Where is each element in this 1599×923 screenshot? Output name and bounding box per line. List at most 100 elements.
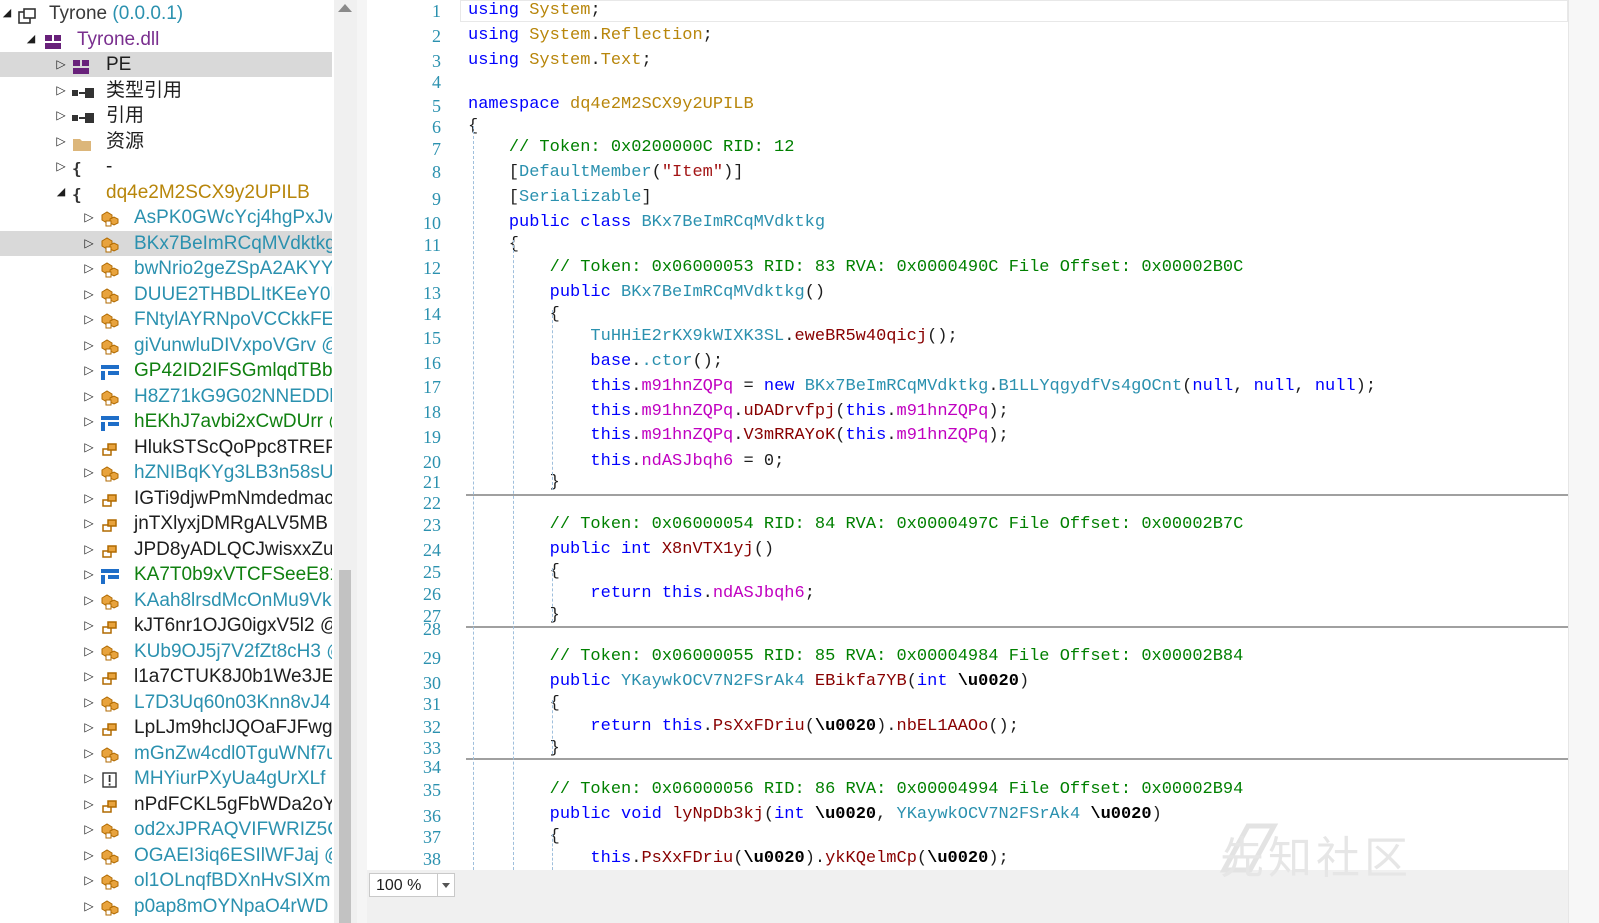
tree-node[interactable]: ▷ 引用 [0, 103, 332, 128]
collapsed-triangle-icon[interactable]: ▷ [82, 562, 96, 587]
code-token: . [733, 426, 744, 445]
tree-node[interactable]: ▷ nPdFCKL5gFbWDa2oYi [0, 792, 332, 817]
tree-node[interactable]: ▷ BKx7BeImRCqMVdktkg [0, 230, 332, 256]
collapsed-triangle-icon[interactable]: ▷ [82, 486, 96, 511]
tree-node-label: IGTi9djwPmNmdedmac [134, 486, 332, 511]
code-token: = 0; [733, 452, 785, 471]
code-token: namespace [468, 95, 560, 114]
collapsed-triangle-icon[interactable]: ▷ [82, 231, 96, 256]
chevron-down-icon[interactable] [437, 874, 454, 896]
tree-node[interactable]: ▷ ol1OLnqfBDXnHvSIXm [0, 868, 332, 893]
collapsed-triangle-icon[interactable]: ▷ [82, 766, 96, 791]
code-token: DefaultMember [519, 163, 652, 182]
collapsed-triangle-icon[interactable]: ▷ [82, 894, 96, 919]
tree-node[interactable]: ▷ 资源 [0, 129, 332, 154]
code-line: using System.Reflection; [468, 25, 713, 47]
collapsed-triangle-icon[interactable]: ▷ [82, 613, 96, 638]
collapsed-triangle-icon[interactable]: ▷ [82, 792, 96, 817]
code-token: . [886, 426, 897, 445]
line-number: 14 [423, 304, 441, 324]
tree-node[interactable]: ▷ KAah8lrsdMcOnMu9Vk [0, 588, 332, 613]
collapsed-triangle-icon[interactable]: ▷ [82, 307, 96, 332]
tree-scrollbar-thumb[interactable] [339, 570, 351, 923]
code-line: using System.Text; [468, 50, 652, 72]
code-editor[interactable]: using System; using System.Reflection; usi… [460, 0, 1568, 870]
tree-node[interactable]: ▷ bwNrio2geZSpA2AKYY [0, 256, 332, 281]
collapsed-triangle-icon[interactable]: ▷ [82, 868, 96, 893]
collapsed-triangle-icon[interactable]: ▷ [54, 78, 68, 103]
tree-node[interactable]: ▷ kJT6nr1OJG0igxV5l2 @ [0, 613, 332, 638]
tree-node[interactable]: ▷ jnTXlyxjDMRgALV5MB [0, 511, 332, 536]
tree-node[interactable]: ▷ H8Z71kG9G02NNEDDk [0, 384, 332, 409]
expanded-triangle-icon[interactable]: ◢ [24, 27, 38, 52]
collapsed-triangle-icon[interactable]: ▷ [54, 129, 68, 154]
tree-node[interactable]: ▷ l1a7CTUK8J0b1We3JE @ [0, 664, 332, 689]
collapsed-triangle-icon[interactable]: ▷ [54, 103, 68, 128]
collapsed-triangle-icon[interactable]: ▷ [82, 588, 96, 613]
tree-node[interactable]: ▷ giVunwluDIVxpoVGrv @ [0, 333, 332, 358]
tree-node[interactable]: ▷ L7D3Uq60n03Knn8vJ4 [0, 690, 332, 715]
collapsed-triangle-icon[interactable]: ▷ [82, 282, 96, 307]
collapsed-triangle-icon[interactable]: ▷ [82, 460, 96, 485]
tree-scrollbar[interactable] [334, 0, 357, 923]
tree-node[interactable]: ▷ LpLJm9hclJQOaFJFwg @ [0, 715, 332, 740]
zoom-dropdown[interactable]: 100 % [369, 873, 455, 897]
tree-node[interactable]: ▷ hEKhJ7avbi2xCwDUrr @ [0, 409, 332, 434]
collapsed-triangle-icon[interactable]: ▷ [82, 409, 96, 434]
collapsed-triangle-icon[interactable]: ▷ [82, 664, 96, 689]
static-class-icon [100, 720, 118, 736]
tree-node[interactable]: ▷ IGTi9djwPmNmdedmac [0, 486, 332, 511]
collapsed-triangle-icon[interactable]: ▷ [82, 358, 96, 383]
editor-scrollbar[interactable] [1568, 0, 1599, 923]
code-token: B1LLYqgydfVs4gOCnt [998, 377, 1183, 396]
collapsed-triangle-icon[interactable]: ▷ [82, 435, 96, 460]
code-token: base [590, 352, 632, 371]
tree-node[interactable]: ▷ GP42ID2IFSGmlqdTBbF [0, 358, 332, 383]
panel-splitter[interactable] [357, 0, 367, 923]
tree-node-label: GP42ID2IFSGmlqdTBbF [134, 358, 332, 383]
expanded-triangle-icon[interactable]: ◢ [0, 1, 14, 26]
collapsed-triangle-icon[interactable]: ▷ [82, 256, 96, 281]
code-token: System [529, 1, 591, 20]
tree-node[interactable]: ▷ mGnZw4cdl0TguWNf7u [0, 741, 332, 766]
tree-node[interactable]: ▷ OGAEI3iq6ESIlWFJaj @ [0, 843, 332, 868]
code-token: int [774, 805, 805, 824]
code-token: Text [600, 51, 642, 70]
tree-node-label: Tyrone (0.0.0.1) [49, 1, 183, 26]
tree-node[interactable]: ▷ DUUE2THBDLItKEeY0E @ [0, 282, 332, 307]
collapsed-triangle-icon[interactable]: ▷ [82, 511, 96, 536]
tree-node[interactable]: ▷ JPD8yADLQCJwisxxZu @ [0, 537, 332, 562]
tree-node[interactable]: ◢{ } dq4e2M2SCX9y2UPILB [0, 180, 332, 205]
collapsed-triangle-icon[interactable]: ▷ [82, 741, 96, 766]
tree-node[interactable]: ▷ AsPK0GWcYcj4hgPxJv @ [0, 205, 332, 230]
tree-node[interactable]: ▷ PE [0, 52, 332, 77]
collapsed-triangle-icon[interactable]: ▷ [54, 154, 68, 179]
expanded-triangle-icon[interactable]: ◢ [54, 180, 68, 205]
code-line: namespace dq4e2M2SCX9y2UPILB [468, 94, 754, 116]
collapsed-triangle-icon[interactable]: ▷ [54, 52, 68, 77]
tree-node[interactable]: ▷ MHYiurPXyUa4gUrXLf @ [0, 766, 332, 791]
collapsed-triangle-icon[interactable]: ▷ [82, 690, 96, 715]
collapsed-triangle-icon[interactable]: ▷ [82, 333, 96, 358]
tree-node[interactable]: ▷ HlukSTScQoPpc8TREP @ [0, 435, 332, 460]
tree-node[interactable]: ▷ 类型引用 [0, 78, 332, 103]
code-token: // Token: 0x06000055 RID: 85 RVA: 0x0000… [549, 647, 1244, 666]
tree-node[interactable]: ◢ Tyrone.dll [0, 27, 332, 52]
collapsed-triangle-icon[interactable]: ▷ [82, 384, 96, 409]
tree-node[interactable]: ▷ KUb9OJ5j7V2fZt8cH3 @ [0, 639, 332, 664]
tree-node[interactable]: ▷ hZNIBqKYg3LB3n58sU [0, 460, 332, 485]
collapsed-triangle-icon[interactable]: ▷ [82, 715, 96, 740]
collapsed-triangle-icon[interactable]: ▷ [82, 817, 96, 842]
tree-node[interactable]: ◢ Tyrone (0.0.0.1) [0, 1, 332, 26]
collapsed-triangle-icon[interactable]: ▷ [82, 205, 96, 230]
tree-node[interactable]: ▷ p0ap8mOYNpaO4rWD [0, 894, 332, 919]
tree-node[interactable]: ▷{ }- [0, 154, 332, 179]
tree-node[interactable]: ▷ KA7T0b9xVTCFSeeE81 @ [0, 562, 332, 587]
tree-node[interactable]: ▷ od2xJPRAQVIFWRIZ5C [0, 817, 332, 842]
collapsed-triangle-icon[interactable]: ▷ [82, 639, 96, 664]
collapsed-triangle-icon[interactable]: ▷ [82, 843, 96, 868]
scroll-up-arrow-icon[interactable] [338, 4, 352, 12]
tree-node[interactable]: ▷ FNtylAYRNpoVCCkkFE [0, 307, 332, 332]
collapsed-triangle-icon[interactable]: ▷ [82, 537, 96, 562]
